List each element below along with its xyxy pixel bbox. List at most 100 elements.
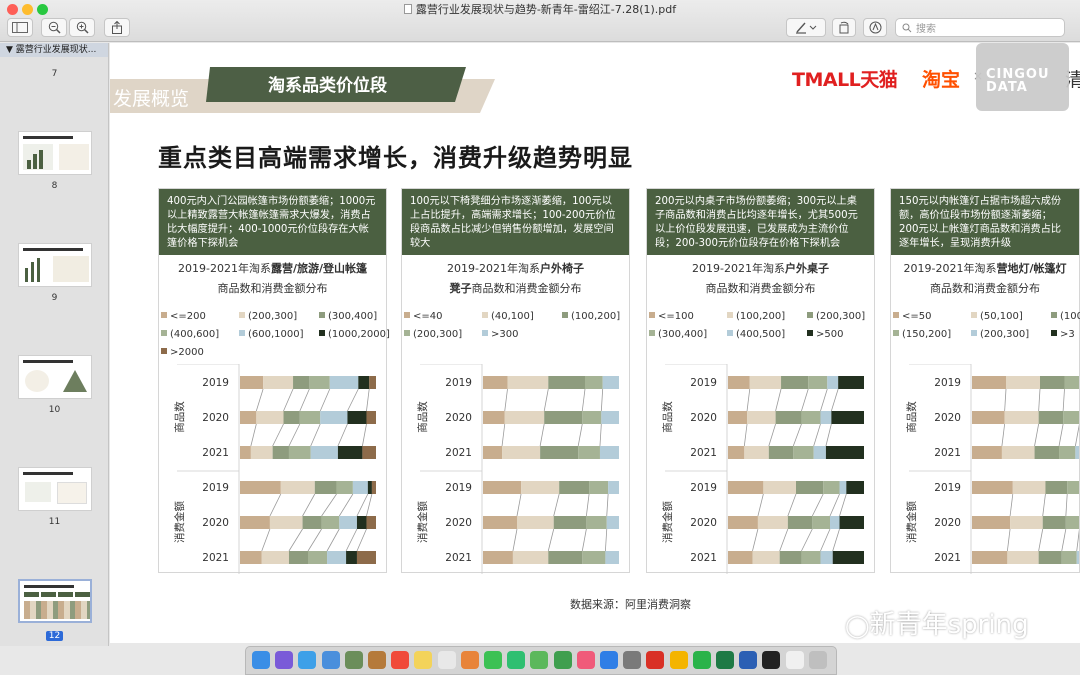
bar-segment	[1038, 551, 1062, 564]
bar-segment	[293, 376, 310, 389]
legend-item: (200,300]	[404, 329, 462, 340]
messages-icon[interactable]	[507, 651, 526, 669]
legend-label: (300,400]	[328, 311, 378, 322]
terminal-icon[interactable]	[762, 651, 781, 669]
reminders-icon[interactable]	[437, 651, 456, 669]
legend-swatch	[319, 330, 325, 336]
legend-label: (150,200]	[902, 329, 952, 340]
bar-segment	[972, 376, 1006, 389]
year-tick-label: 2021	[202, 447, 229, 459]
segment-connector	[366, 493, 373, 517]
bar-segment	[553, 516, 587, 529]
bar-segment	[1007, 551, 1039, 564]
sketch-icon[interactable]	[669, 651, 688, 669]
zoom-out-button[interactable]	[41, 18, 67, 37]
bar-segment	[483, 376, 508, 389]
mail-icon[interactable]	[321, 651, 340, 669]
trash-icon[interactable]	[808, 651, 827, 669]
segment-connector	[1038, 528, 1044, 552]
page-thumbnail-9[interactable]	[18, 243, 92, 287]
safari-icon[interactable]	[298, 651, 317, 669]
segment-connector	[356, 528, 367, 552]
segment-connector	[501, 423, 506, 447]
legend-item: >300	[482, 329, 518, 340]
disclosure-triangle-icon[interactable]: ▼	[6, 45, 16, 55]
bar-segment	[352, 481, 368, 494]
excel-icon[interactable]	[716, 651, 734, 669]
bar-segment	[728, 551, 753, 564]
system-preferences-icon[interactable]	[623, 651, 642, 669]
search-input[interactable]: 搜索	[895, 18, 1065, 37]
stickies-icon[interactable]	[414, 651, 433, 669]
segment-connector	[1001, 423, 1006, 447]
wechat-app-icon[interactable]	[692, 651, 711, 669]
finder-icon[interactable]	[252, 651, 270, 669]
preview-icon[interactable]	[344, 651, 363, 669]
siri-icon[interactable]	[275, 651, 294, 669]
maps-icon[interactable]	[530, 651, 549, 669]
legend-item: (1000,2000]	[319, 329, 390, 340]
app-store-icon[interactable]	[600, 651, 618, 669]
page-thumbnail-8[interactable]	[18, 131, 92, 175]
facetime-icon[interactable]	[484, 651, 502, 669]
legend-swatch	[727, 312, 733, 318]
bar-segment	[812, 516, 830, 529]
bar-segment	[299, 411, 321, 424]
numbers-icon[interactable]	[553, 651, 572, 669]
tmall-logo: TMALL天猫	[792, 69, 898, 91]
segment-connector	[825, 423, 832, 447]
photos-icon[interactable]	[460, 651, 479, 669]
bar-segment	[1038, 411, 1064, 424]
bar-segment	[747, 411, 776, 424]
markup-toolbar-button[interactable]	[863, 18, 887, 37]
page-thumbnail-10[interactable]	[18, 355, 92, 399]
segment-connector	[302, 493, 316, 517]
legend-label: (100	[1060, 311, 1080, 322]
segment-connector	[338, 493, 354, 517]
textedit-icon[interactable]	[785, 651, 804, 669]
bar-segment	[1004, 411, 1039, 424]
year-tick-label: 2020	[934, 412, 961, 424]
sidebar-outline-heading[interactable]: ▼ 露营行业发展现状...	[0, 43, 108, 57]
zoom-in-button[interactable]	[69, 18, 95, 37]
markup-pen-button[interactable]	[786, 18, 826, 37]
segment-connector	[820, 388, 828, 412]
bar-segment	[1001, 446, 1035, 459]
bar-segment	[256, 411, 284, 424]
rotate-button[interactable]	[832, 18, 856, 37]
bar-segment	[830, 516, 840, 529]
music-icon[interactable]	[576, 651, 595, 669]
chart-panel: 150元以内帐篷灯占据市场超六成份额，高价位段市场份额逐渐萎缩；200元以上帐篷…	[890, 188, 1080, 574]
bar-segment	[820, 551, 833, 564]
year-tick-label: 2019	[202, 377, 229, 389]
segment-connector	[321, 493, 337, 517]
segment-connector	[283, 388, 294, 412]
notes-app-icon[interactable]	[368, 651, 386, 669]
bar-segment	[972, 446, 1002, 459]
bar-segment	[517, 516, 554, 529]
share-button[interactable]	[104, 18, 130, 37]
calendar-icon[interactable]	[391, 651, 410, 669]
bar-segment	[1012, 481, 1046, 494]
word-icon[interactable]	[739, 651, 758, 669]
acrobat-icon[interactable]	[646, 651, 665, 669]
page-thumbnail-11[interactable]	[18, 467, 92, 511]
year-tick-label: 2021	[690, 552, 717, 564]
bar-segment	[582, 551, 606, 564]
bar-segment	[801, 551, 821, 564]
bar-segment	[749, 376, 782, 389]
sidebar-toggle-button[interactable]	[7, 18, 33, 37]
legend-label: (50,100]	[980, 311, 1023, 322]
bar-segment	[369, 376, 376, 389]
legend-swatch	[807, 312, 813, 318]
legend-swatch	[971, 330, 977, 336]
segment-connector	[775, 388, 782, 412]
year-tick-label: 2019	[934, 482, 961, 494]
page-thumbnail-12[interactable]	[18, 579, 92, 623]
bar-segment	[972, 481, 1013, 494]
segment-connector	[829, 493, 840, 517]
bar-segment	[314, 481, 337, 494]
bar-segment	[768, 446, 794, 459]
segment-connector	[272, 423, 284, 447]
segment-connector	[1076, 529, 1079, 552]
